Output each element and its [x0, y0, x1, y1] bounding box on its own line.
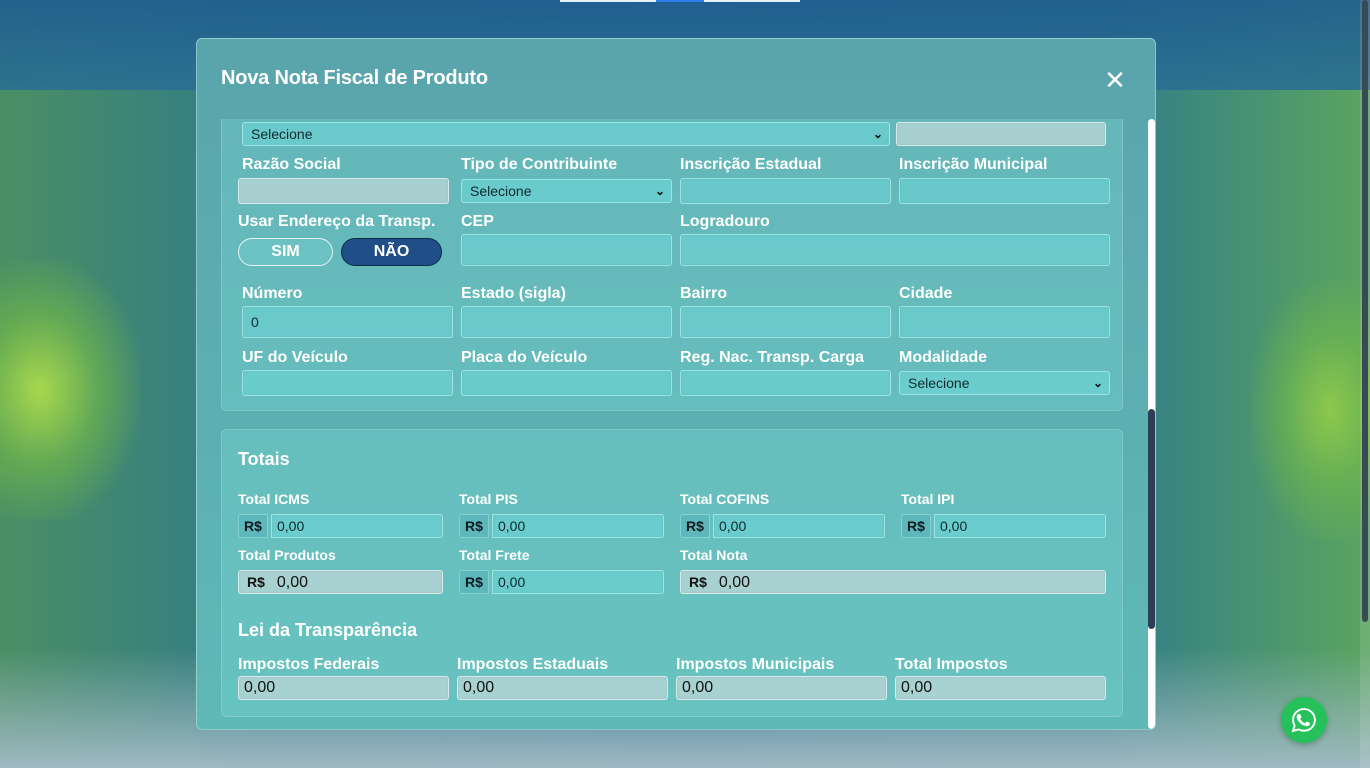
select-value: Selecione — [908, 375, 970, 391]
inscricao-municipal-field[interactable] — [899, 178, 1110, 204]
close-icon: ✕ — [1104, 65, 1126, 95]
currency-addon: R$ — [680, 514, 710, 538]
impostos-estaduais-field: 0,00 — [457, 676, 668, 700]
nota-fiscal-modal: Nova Nota Fiscal de Produto ✕ Selecione … — [196, 38, 1156, 730]
transportadora-select[interactable]: Selecione ⌄ — [242, 122, 890, 146]
modal-header: Nova Nota Fiscal de Produto ✕ — [197, 39, 1155, 119]
cidade-label: Cidade — [899, 285, 953, 302]
currency-addon: R$ — [459, 514, 489, 538]
modalidade-select[interactable]: Selecione ⌄ — [899, 371, 1110, 395]
uf-veiculo-field[interactable] — [242, 370, 453, 396]
inscricao-municipal-label: Inscrição Municipal — [899, 156, 1048, 173]
currency-prefix: R$ — [247, 574, 265, 590]
total-icms-label: Total ICMS — [238, 491, 310, 507]
bairro-label: Bairro — [680, 285, 728, 302]
razao-social-field[interactable] — [238, 178, 449, 204]
loading-indicator-segment — [656, 0, 704, 2]
total-nota-label: Total Nota — [680, 547, 748, 563]
total-frete-field[interactable]: 0,00 — [492, 570, 664, 594]
total-frete-label: Total Frete — [459, 547, 530, 563]
placa-veiculo-field[interactable] — [461, 370, 672, 396]
usar-endereco-sim-button[interactable]: SIM — [238, 238, 333, 266]
rntc-label: Reg. Nac. Transp. Carga — [680, 349, 865, 366]
currency-addon: R$ — [459, 570, 489, 594]
modal-scrollbar-thumb[interactable] — [1148, 409, 1155, 629]
currency-prefix: R$ — [689, 574, 707, 590]
impostos-federais-field: 0,00 — [238, 676, 449, 700]
tipo-contribuinte-select[interactable]: Selecione ⌄ — [461, 179, 672, 203]
modal-body: Selecione ⌄ Razão Social Tipo de Contrib… — [197, 119, 1155, 729]
total-ipi-field[interactable]: 0,00 — [934, 514, 1106, 538]
cidade-field[interactable] — [899, 306, 1110, 338]
total-produtos-value: 0,00 — [276, 574, 309, 591]
logradouro-label: Logradouro — [680, 213, 770, 230]
uf-veiculo-label: UF do Veículo — [242, 349, 348, 366]
background-decoration — [0, 260, 140, 520]
numero-field[interactable]: 0 — [242, 306, 453, 338]
total-icms-field[interactable]: 0,00 — [271, 514, 443, 538]
numero-label: Número — [242, 285, 303, 302]
select-value: Selecione — [470, 183, 532, 199]
whatsapp-icon — [1291, 708, 1316, 733]
cep-label: CEP — [461, 213, 494, 230]
total-nota-value: 0,00 — [718, 574, 751, 591]
page-scrollbar-thumb[interactable] — [1362, 0, 1368, 622]
total-produtos-field: R$ 0,00 — [238, 570, 443, 594]
usar-endereco-nao-button[interactable]: NÃO — [341, 238, 442, 266]
select-value: Selecione — [251, 126, 313, 142]
currency-addon: R$ — [238, 514, 268, 538]
impostos-estaduais-label: Impostos Estaduais — [457, 656, 609, 673]
chevron-down-icon: ⌄ — [1092, 376, 1103, 390]
modal-title: Nova Nota Fiscal de Produto — [221, 67, 488, 89]
estado-field[interactable] — [461, 306, 672, 338]
loading-indicator — [560, 0, 800, 2]
impostos-municipais-field: 0,00 — [676, 676, 887, 700]
totais-section: Totais Total ICMS Total PIS Total COFINS… — [221, 429, 1123, 717]
page-scrollbar[interactable] — [1360, 0, 1370, 768]
total-nota-field: R$ 0,00 — [680, 570, 1106, 594]
currency-addon: R$ — [901, 514, 931, 538]
total-cofins-field[interactable]: 0,00 — [713, 514, 885, 538]
inscricao-estadual-field[interactable] — [680, 178, 891, 204]
transportadora-code-field[interactable] — [896, 122, 1106, 146]
close-button[interactable]: ✕ — [1103, 67, 1127, 93]
total-ipi-label: Total IPI — [901, 491, 955, 507]
transparencia-heading: Lei da Transparência — [238, 620, 418, 640]
totais-heading: Totais — [238, 449, 290, 469]
total-pis-field[interactable]: 0,00 — [492, 514, 664, 538]
chevron-down-icon: ⌄ — [654, 184, 665, 198]
total-produtos-label: Total Produtos — [238, 547, 336, 563]
estado-label: Estado (sigla) — [461, 285, 566, 302]
modal-scrollbar[interactable] — [1147, 119, 1155, 729]
total-impostos-field: 0,00 — [895, 676, 1106, 700]
whatsapp-button[interactable] — [1281, 697, 1327, 743]
usar-endereco-label: Usar Endereço da Transp. — [238, 213, 436, 230]
bairro-field[interactable] — [680, 306, 891, 338]
logradouro-field[interactable] — [680, 234, 1110, 266]
modalidade-label: Modalidade — [899, 349, 988, 366]
razao-social-label: Razão Social — [242, 156, 341, 173]
placa-veiculo-label: Placa do Veículo — [461, 349, 588, 366]
transportadora-section: Selecione ⌄ Razão Social Tipo de Contrib… — [221, 119, 1123, 411]
rntc-field[interactable] — [680, 370, 891, 396]
impostos-municipais-label: Impostos Municipais — [676, 656, 835, 673]
impostos-federais-label: Impostos Federais — [238, 656, 380, 673]
total-cofins-label: Total COFINS — [680, 491, 770, 507]
chevron-down-icon: ⌄ — [872, 127, 883, 141]
total-impostos-label: Total Impostos — [895, 656, 1008, 673]
cep-field[interactable] — [461, 234, 672, 266]
background-decoration — [1250, 280, 1370, 540]
inscricao-estadual-label: Inscrição Estadual — [680, 156, 822, 173]
tipo-contribuinte-label: Tipo de Contribuinte — [461, 156, 618, 173]
total-pis-label: Total PIS — [459, 491, 518, 507]
